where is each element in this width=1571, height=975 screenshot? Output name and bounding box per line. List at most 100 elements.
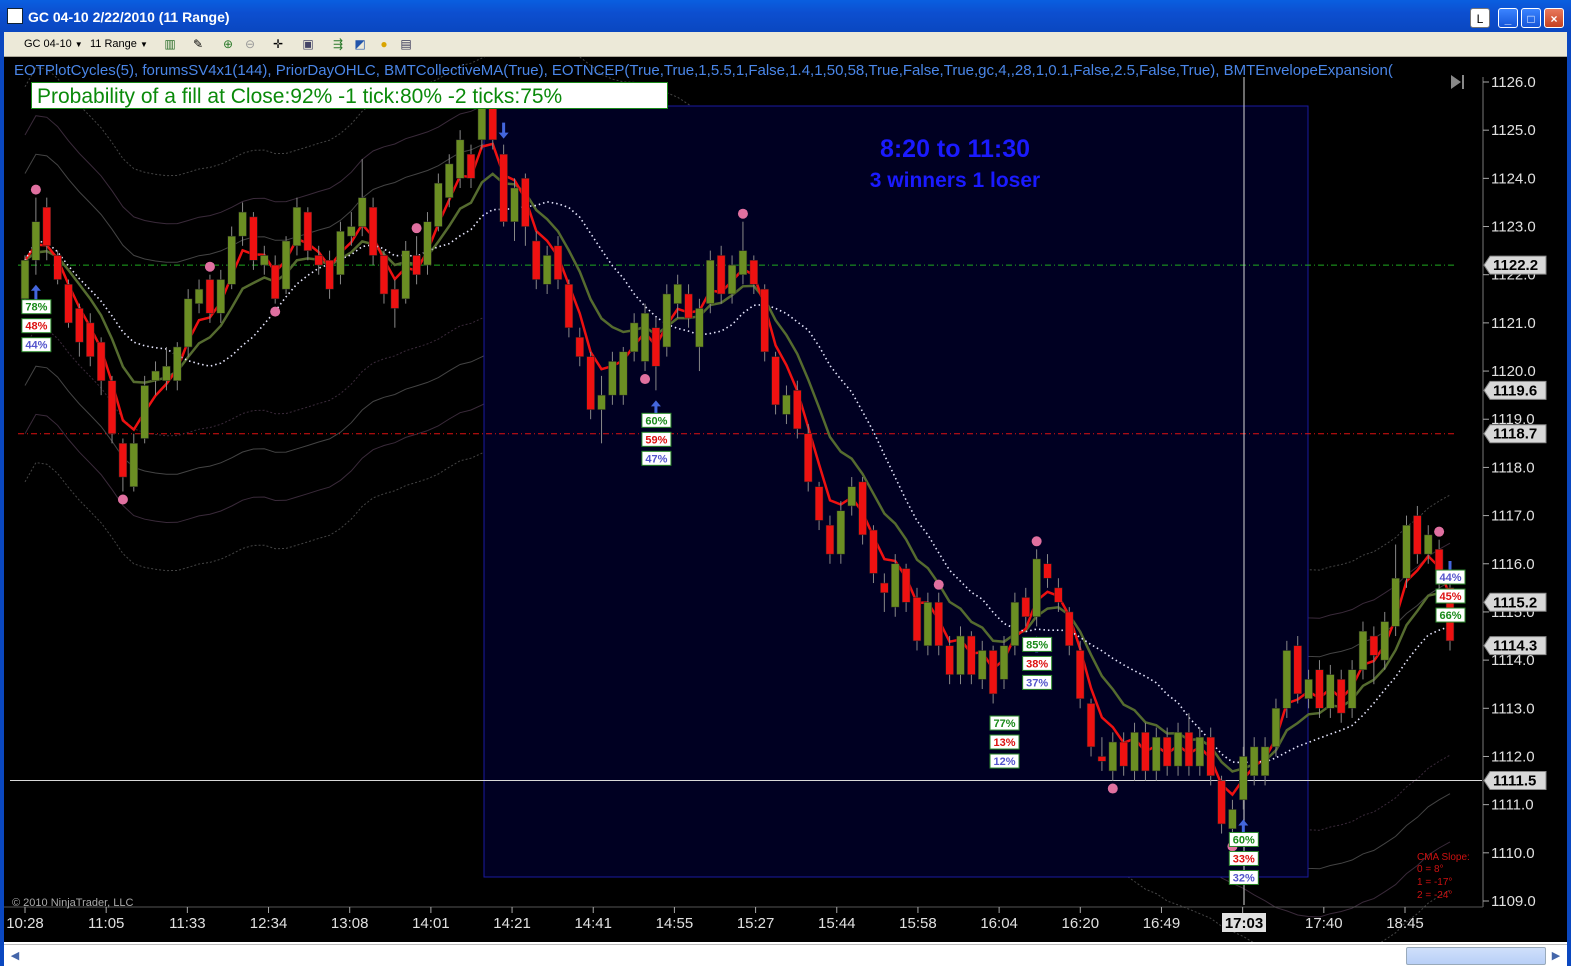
bar-type-icon[interactable]: ▥ (162, 36, 178, 52)
candle (1075, 640, 1085, 709)
candle-body (64, 284, 73, 324)
time-tick-label: 14:41 (574, 915, 612, 932)
pivot-dot (737, 208, 748, 219)
candle-body (358, 197, 367, 227)
candle-body (988, 650, 998, 695)
scroll-left-icon[interactable]: ◀ (6, 947, 24, 965)
candle (336, 221, 345, 285)
candle-body (184, 298, 193, 348)
scrollbar-thumb[interactable] (1406, 947, 1546, 965)
price-tick-label: 1124.0 (1491, 170, 1536, 187)
close-button[interactable]: × (1544, 8, 1564, 28)
pivot-dot (270, 306, 281, 317)
candle-body (662, 293, 671, 348)
draw-tool-icon[interactable]: ✎ (190, 36, 206, 52)
candle-body (564, 284, 574, 328)
data-box-icon[interactable]: ▣ (300, 36, 316, 52)
time-tick-label: 11:05 (88, 915, 124, 932)
link-button[interactable]: L (1470, 8, 1490, 28)
candle-body (412, 255, 421, 275)
price-tick-label: 1120.0 (1491, 363, 1536, 380)
candle-body (771, 356, 780, 406)
time-tick-label: 10:28 (6, 915, 44, 932)
candle-body (1369, 635, 1379, 656)
candle-body (488, 105, 497, 141)
candle-body (1097, 756, 1107, 762)
candle (423, 212, 432, 275)
candle-body (31, 221, 41, 261)
price-marker-label: 1118.7 (1493, 426, 1537, 443)
scroll-right-icon[interactable]: ▶ (1547, 947, 1565, 965)
price-marker: 1122.2 (1483, 255, 1547, 275)
candle-body (717, 255, 726, 295)
minimize-button[interactable]: _ (1498, 8, 1518, 28)
zoom-in-icon[interactable]: ⊕ (220, 36, 236, 52)
candle-body (727, 264, 737, 295)
price-marker-label: 1115.2 (1493, 594, 1537, 611)
instrument-selector[interactable]: GC 04-10 ▼ (24, 36, 83, 52)
candle (401, 240, 410, 304)
candle-body (118, 443, 128, 478)
pivot-dot (933, 579, 944, 590)
indicator-list: EOTPlotCycles(5), forumsSV4x1(144), Prio… (14, 62, 1393, 79)
probability-label-text: 37% (1026, 677, 1048, 689)
pivot-dot (204, 261, 215, 272)
candle (934, 592, 943, 656)
properties-icon[interactable]: ▤ (398, 36, 414, 52)
window-titlebar: GC 04-10 2/22/2010 (11 Range) L _ □ × (0, 0, 1571, 32)
candle-body (173, 346, 182, 381)
candle (891, 554, 900, 617)
candle-body (1413, 515, 1422, 555)
crosshair-icon[interactable]: ✛ (270, 36, 286, 52)
candle-body (706, 260, 715, 304)
indicators-icon[interactable]: ◩ (352, 36, 368, 52)
alert-icon[interactable]: ● (376, 36, 392, 52)
candle-body (542, 255, 552, 285)
window-title: GC 04-10 2/22/2010 (11 Range) (28, 9, 230, 25)
fill-probability-box: Probability of a fill at Close:92% -1 ti… (31, 82, 668, 109)
probability-label: 60% (641, 412, 672, 428)
chart-panel[interactable]: 78%48%44%67%60%59%47%85%38%37%77%13%12%6… (4, 44, 1567, 966)
window-frame-right (1567, 32, 1571, 975)
candle (281, 236, 291, 294)
candle-body (1326, 674, 1335, 709)
candle-body (749, 260, 758, 285)
candle-body (793, 390, 802, 430)
period-selector[interactable]: 11 Range ▼ (90, 36, 148, 52)
candle-body (836, 510, 846, 555)
probability-label-text: 13% (993, 737, 1015, 749)
probability-label-text: 48% (25, 321, 47, 333)
candle-body (619, 351, 628, 396)
price-tick-label: 1116.0 (1491, 556, 1535, 573)
candle (1282, 640, 1291, 718)
candle-body (1054, 587, 1063, 603)
candle-body (684, 293, 693, 319)
cma-slope-2: 2 = -24° (1417, 890, 1452, 901)
period-label: 11 Range (90, 38, 137, 50)
strategy-icon[interactable]: ⇶ (330, 36, 346, 52)
candle-body (651, 327, 661, 367)
probability-label: 33% (1228, 850, 1259, 866)
candle-body (423, 221, 432, 266)
candle-body (1282, 650, 1291, 709)
candle-body (1119, 741, 1128, 767)
candle (140, 375, 149, 444)
price-tick-label: 1123.0 (1491, 219, 1536, 236)
time-tick-label: 17:40 (1305, 915, 1343, 932)
candle-body (42, 207, 51, 247)
candle-body (521, 178, 530, 227)
probability-label: 59% (641, 431, 672, 447)
probability-label-text: 78% (25, 302, 47, 314)
price-chart[interactable]: 78%48%44%67%60%59%47%85%38%37%77%13%12%6… (4, 44, 1567, 966)
candle-body (814, 486, 824, 521)
price-tick-label: 1111.0 (1491, 797, 1534, 814)
candle-body (945, 645, 954, 675)
candle-body (347, 226, 356, 237)
app-icon[interactable] (7, 8, 23, 24)
candle-body (368, 207, 378, 256)
horizontal-scrollbar[interactable]: ◀ ▶ (4, 944, 1567, 967)
time-tick-label: 16:20 (1062, 915, 1100, 932)
maximize-button[interactable]: □ (1521, 8, 1541, 28)
zoom-out-icon[interactable]: ⊖ (242, 36, 258, 52)
chevron-down-icon: ▼ (74, 40, 83, 49)
